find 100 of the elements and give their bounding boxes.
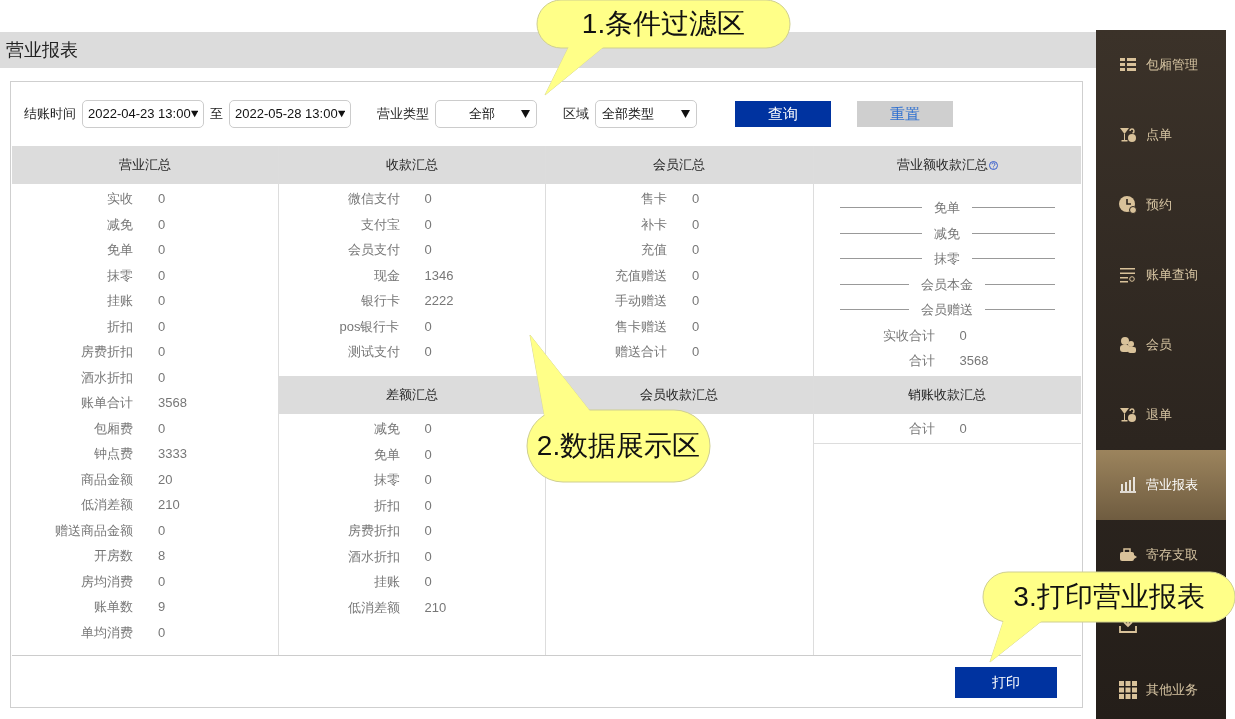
row-label: 会员赠送 xyxy=(921,301,974,319)
row-label: 折扣 xyxy=(106,317,133,336)
row-label: 现金 xyxy=(372,266,400,285)
row-value: 0 xyxy=(158,190,166,208)
row-value: 0 xyxy=(424,445,432,464)
section-title: 收款汇总 xyxy=(385,156,438,175)
row-value: 0 xyxy=(158,317,166,336)
row-value: 0 xyxy=(424,573,432,591)
row-label: 钟点费 xyxy=(93,445,133,463)
section-title: 差额汇总 xyxy=(385,386,438,405)
row-label: 账单合计 xyxy=(80,394,133,412)
row-value: 0 xyxy=(158,572,166,591)
row-value: 0 xyxy=(424,190,432,208)
row-label: 商品金额 xyxy=(80,470,133,489)
row-label: 低消差额 xyxy=(80,496,133,514)
row-label: 支付宝 xyxy=(359,215,400,234)
row-label: 合计 xyxy=(907,352,935,370)
row-label: 充值赠送 xyxy=(614,266,667,285)
row-label: pos银行卡 xyxy=(338,317,400,336)
callout-text: 3.打印营业报表 xyxy=(1013,581,1205,613)
section-title: 销账收款汇总 xyxy=(908,386,987,405)
section-title: 会员收款汇总 xyxy=(640,386,719,405)
row-value: 0 xyxy=(424,317,432,336)
row-value: 0 xyxy=(158,241,166,259)
row-label: 挂账 xyxy=(106,292,133,310)
page-title: 营业报表 xyxy=(6,38,78,62)
field-label: 营业类型 xyxy=(377,105,429,124)
row-value: 210 xyxy=(158,496,180,514)
row-label: 抹零 xyxy=(106,266,133,285)
row-label: 免单 xyxy=(934,199,961,217)
row-label: 实收 xyxy=(106,190,133,208)
row-value: 1346 xyxy=(424,266,454,285)
row-label: 充值 xyxy=(640,241,667,259)
row-label: 房均消费 xyxy=(80,572,133,591)
row-label: 售卡赠送 xyxy=(614,317,667,336)
row-value: 0 xyxy=(158,292,166,310)
field-label: 区域 xyxy=(563,105,589,124)
row-label: 低消差额 xyxy=(346,598,400,617)
row-value: 0 xyxy=(158,419,166,438)
row-value: 0 xyxy=(692,266,700,285)
row-label: 酒水折扣 xyxy=(80,368,133,387)
row-value: 0 xyxy=(158,368,166,387)
section-title: 营业汇总 xyxy=(118,156,171,175)
row-value: 210 xyxy=(424,598,447,617)
row-value: 0 xyxy=(158,266,166,285)
row-label: 合计 xyxy=(907,420,935,438)
row-value: 0 xyxy=(158,521,166,540)
row-label: 账单数 xyxy=(93,598,133,616)
row-value: 0 xyxy=(692,215,700,234)
row-label: 房费折扣 xyxy=(346,522,400,540)
row-label: 酒水折扣 xyxy=(346,547,400,566)
row-value: 0 xyxy=(692,343,700,361)
row-value: 0 xyxy=(959,326,967,345)
row-value: 2222 xyxy=(424,292,454,310)
row-label: 减免 xyxy=(934,224,961,243)
row-value: 0 xyxy=(424,522,432,540)
row-label: 单均消费 xyxy=(80,623,133,642)
row-label: 银行卡 xyxy=(359,292,400,310)
row-label: 微信支付 xyxy=(346,190,400,208)
row-value: 8 xyxy=(158,547,166,565)
row-value: 0 xyxy=(158,343,166,361)
row-label: 抹零 xyxy=(372,471,400,489)
row-label: 售卡 xyxy=(640,190,667,208)
row-label: 减免 xyxy=(106,215,133,234)
row-label: 赠送商品金额 xyxy=(54,521,133,540)
row-label: 实收合计 xyxy=(881,326,935,345)
row-value: 0 xyxy=(424,343,432,361)
row-label: 挂账 xyxy=(372,573,400,591)
row-value: 20 xyxy=(158,470,173,489)
row-value: 0 xyxy=(424,420,432,438)
row-value: 0 xyxy=(158,215,166,234)
section-title: 会员汇总 xyxy=(653,156,706,175)
row-value: 0 xyxy=(424,471,432,489)
row-label: 会员支付 xyxy=(346,241,400,259)
row-label: 免单 xyxy=(106,241,133,259)
row-value: 3568 xyxy=(158,394,187,412)
row-label: 免单 xyxy=(372,445,400,464)
row-label: 包厢费 xyxy=(93,419,133,438)
row-value: 0 xyxy=(692,317,700,336)
row-value: 0 xyxy=(424,496,432,515)
callout-text: 1.条件过滤区 xyxy=(581,8,746,40)
callout-text: 2.数据展示区 xyxy=(536,430,701,462)
row-label: 赠送合计 xyxy=(614,343,667,361)
row-value: 0 xyxy=(424,241,432,259)
row-label: 房费折扣 xyxy=(80,343,133,361)
row-label: 开房数 xyxy=(93,547,133,565)
row-value: 0 xyxy=(424,215,432,234)
row-label: 补卡 xyxy=(640,215,667,234)
section-title: 营业额收款汇总 xyxy=(896,156,988,175)
row-value: 0 xyxy=(424,547,432,566)
row-value: 0 xyxy=(692,241,700,259)
row-label: 测试支付 xyxy=(346,343,400,361)
row-label: 抹零 xyxy=(934,250,961,268)
row-value: 3333 xyxy=(158,445,187,463)
row-label: 减免 xyxy=(372,420,400,438)
row-value: 0 xyxy=(959,420,967,438)
row-label: 折扣 xyxy=(372,496,400,515)
row-value: 3568 xyxy=(959,352,989,370)
row-label: 手动赠送 xyxy=(614,292,667,310)
row-value: 0 xyxy=(692,292,700,310)
